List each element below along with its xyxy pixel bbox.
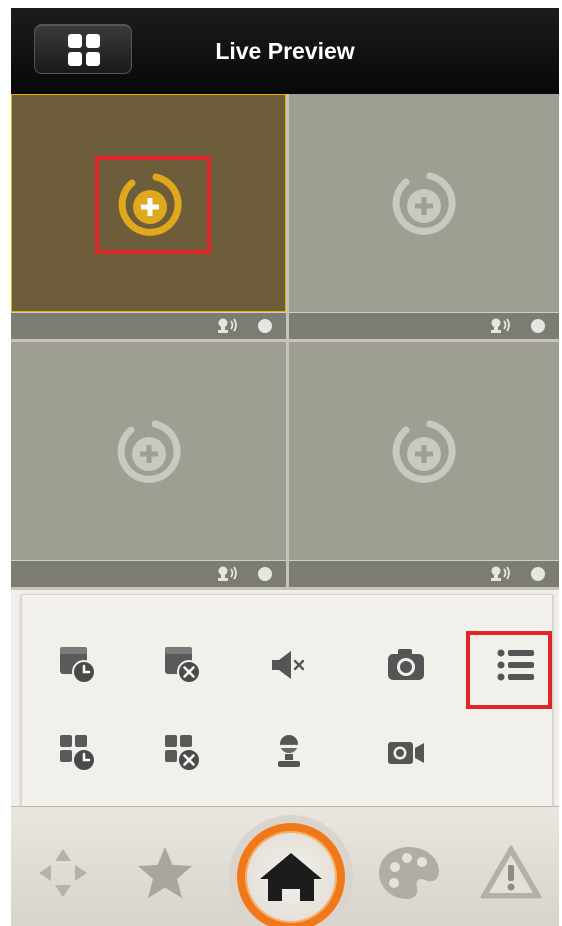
mute-icon	[272, 651, 305, 679]
add-camera-icon[interactable]	[114, 417, 184, 487]
nav-alarm[interactable]	[479, 843, 543, 906]
nav-ptz[interactable]	[35, 845, 91, 906]
image-settings-icon	[379, 847, 439, 899]
audio-icon	[218, 318, 237, 333]
audio-icon	[491, 566, 510, 581]
live-view-grid	[11, 94, 559, 590]
snapshot-button[interactable]	[376, 635, 436, 695]
favorites-icon	[138, 847, 192, 898]
tile-status-bar	[289, 312, 559, 339]
record-status-dot	[531, 567, 545, 581]
video-area[interactable]	[11, 342, 286, 560]
app-window: Live Preview	[11, 8, 559, 926]
annotation-highlight	[466, 631, 552, 709]
schedule-icon	[60, 647, 96, 684]
video-tile-3[interactable]	[11, 342, 286, 587]
close-all-icon	[165, 735, 201, 772]
alarm-icon	[480, 845, 542, 899]
nav-image-settings[interactable]	[377, 843, 441, 906]
control-panel	[21, 594, 553, 808]
page-title: Live Preview	[215, 38, 355, 64]
schedule-button[interactable]	[48, 635, 108, 695]
talk-icon	[278, 735, 300, 767]
video-area[interactable]	[289, 342, 559, 560]
grid-layout-icon	[68, 34, 100, 66]
add-camera-icon[interactable]	[389, 417, 459, 487]
video-tile-4[interactable]	[289, 342, 559, 587]
bottom-nav	[11, 806, 559, 926]
nav-favorites[interactable]	[135, 843, 195, 908]
close-window-button[interactable]	[153, 635, 213, 695]
tile-status-bar	[11, 312, 286, 339]
tile-status-bar	[289, 560, 559, 587]
layout-button[interactable]	[34, 24, 132, 74]
add-camera-icon[interactable]	[389, 169, 459, 239]
record-button[interactable]	[376, 723, 436, 783]
mute-button[interactable]	[259, 635, 319, 695]
audio-icon	[218, 566, 237, 581]
ptz-icon	[39, 849, 87, 897]
tile-status-bar	[11, 560, 286, 587]
record-status-dot	[258, 319, 272, 333]
home-icon	[260, 853, 322, 901]
video-tile-2[interactable]	[289, 94, 559, 339]
record-status-dot	[531, 319, 545, 333]
video-area[interactable]	[289, 94, 559, 312]
schedule-all-button[interactable]	[48, 723, 108, 783]
title-bar: Live Preview	[11, 8, 559, 94]
audio-icon	[491, 318, 510, 333]
talk-button[interactable]	[259, 723, 319, 783]
close-all-button[interactable]	[153, 723, 213, 783]
record-icon	[388, 742, 424, 764]
record-status-dot	[258, 567, 272, 581]
close-window-icon	[165, 647, 201, 684]
snapshot-icon	[388, 649, 424, 680]
nav-home[interactable]	[237, 823, 345, 926]
schedule-all-icon	[60, 735, 96, 772]
annotation-highlight	[95, 156, 211, 254]
